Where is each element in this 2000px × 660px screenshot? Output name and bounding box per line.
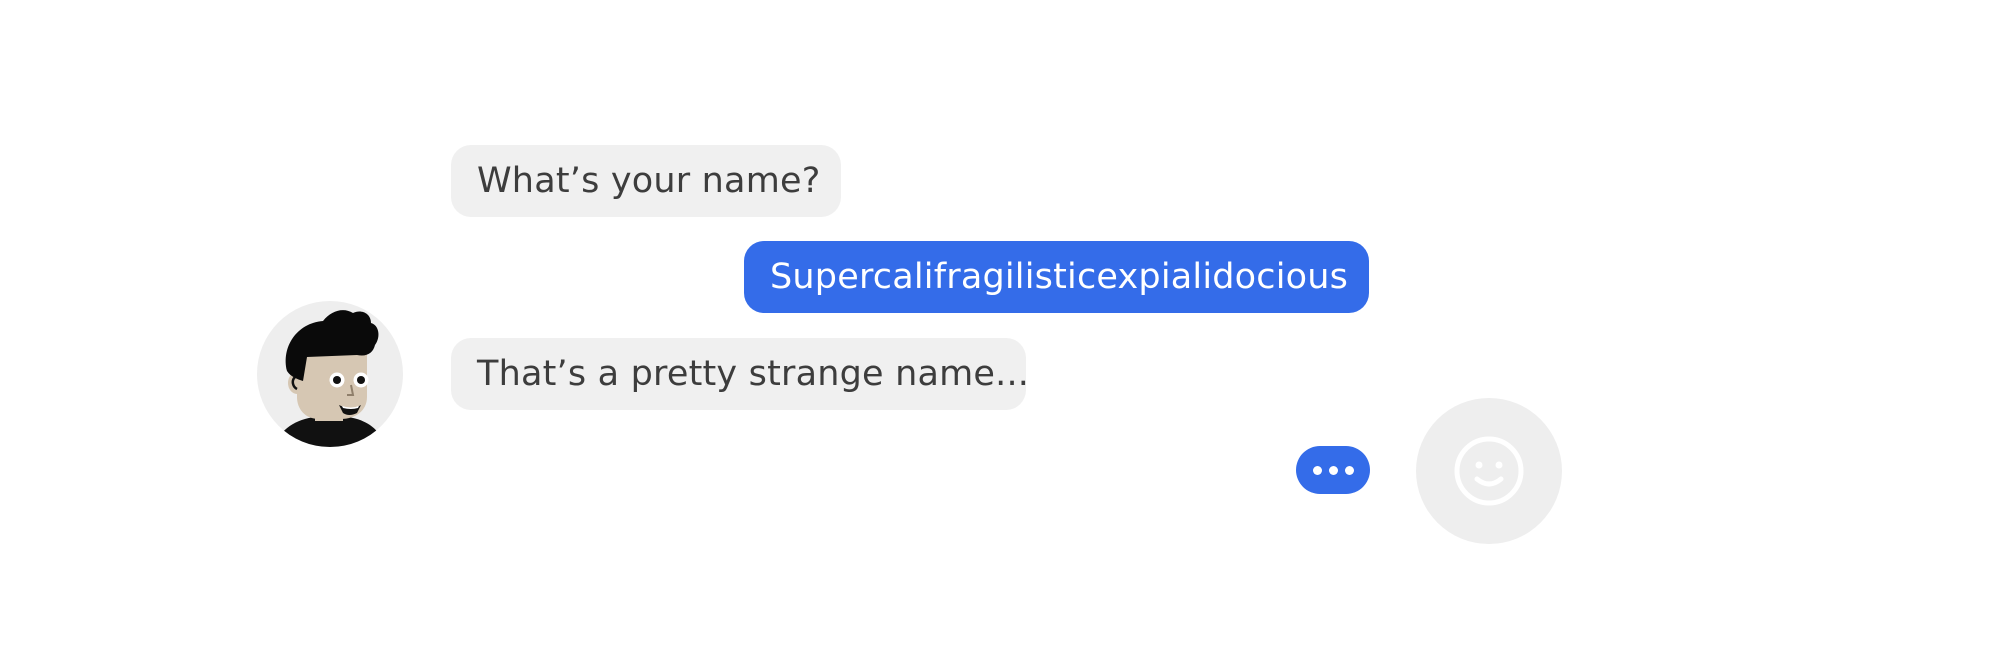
chat-window: What’s your name? Supercalifragilisticex… (0, 0, 2000, 660)
user-message-bubble: Supercalifragilisticexpialidocious (744, 241, 1369, 313)
bot-message-bubble: That’s a pretty strange name... (451, 338, 1029, 410)
ellipsis-icon (1344, 465, 1354, 475)
user-avatar (1416, 398, 1562, 544)
cartoon-man-avatar-icon (275, 310, 385, 447)
smiley-face-icon (1454, 436, 1524, 506)
bot-avatar (257, 301, 403, 447)
bot-message-bubble: What’s your name? (451, 145, 841, 217)
typing-indicator (1296, 446, 1370, 494)
ellipsis-icon (1328, 465, 1338, 475)
ellipsis-icon (1312, 465, 1322, 475)
